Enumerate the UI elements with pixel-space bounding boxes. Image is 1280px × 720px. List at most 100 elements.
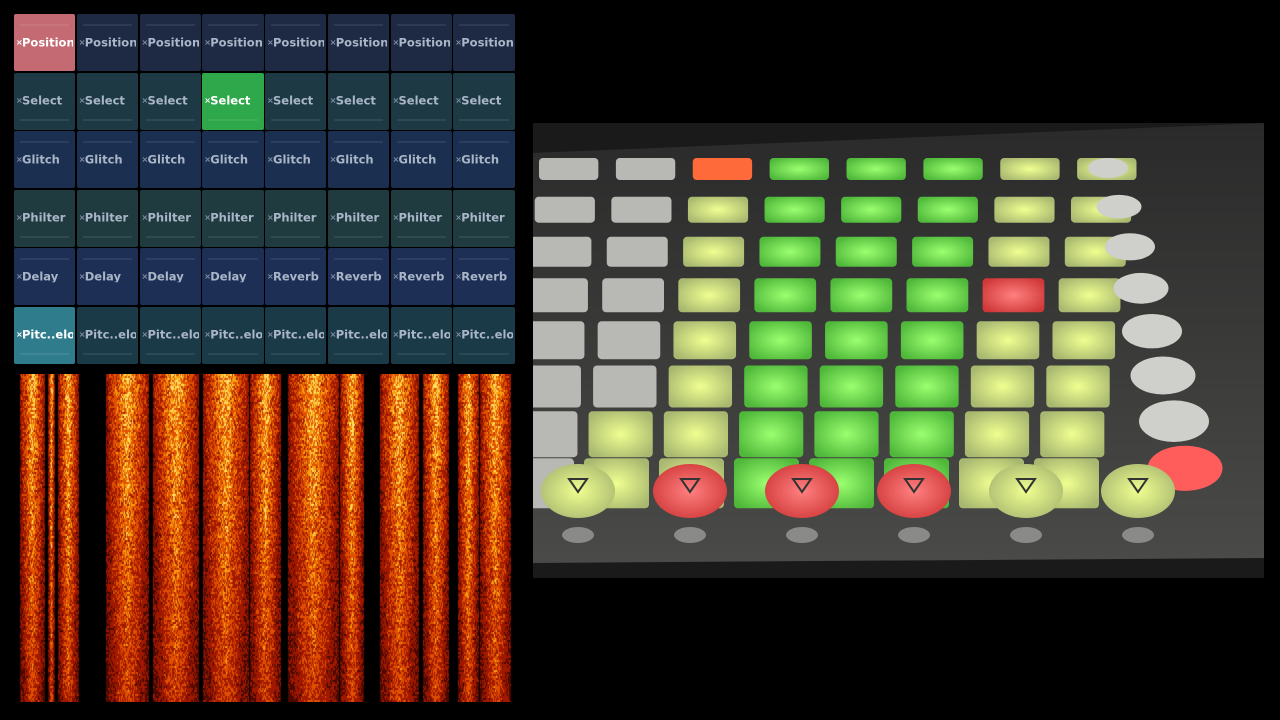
launchpad-pad: [917, 196, 978, 223]
clip-cell[interactable]: × Glitch: [265, 131, 327, 188]
clip-cell[interactable]: × Reverb: [453, 248, 515, 305]
launchpad-pad: [982, 278, 1045, 313]
bottom-small-button: [562, 527, 594, 543]
clip-cell[interactable]: × Select: [265, 72, 327, 130]
clip-label: Glitch: [84, 153, 123, 166]
clip-cell[interactable]: × Reverb: [390, 248, 452, 305]
clip-cell[interactable]: × Delay: [202, 248, 264, 305]
clip-cell[interactable]: × Select: [202, 72, 264, 130]
launchpad-pad: [1046, 365, 1110, 408]
launchpad-pad: [906, 278, 969, 313]
clip-cell[interactable]: ×Pitc..elope: [14, 306, 76, 364]
clip-cell[interactable]: × Glitch: [76, 131, 138, 188]
launchpad-pad: [615, 158, 676, 180]
clip-cell[interactable]: × Glitch: [327, 131, 389, 188]
clip-cell[interactable]: × Position: [76, 14, 138, 71]
clip-cell[interactable]: × Position: [453, 14, 515, 71]
launchpad-pad: [588, 411, 653, 458]
clip-cell[interactable]: × Position: [327, 14, 389, 71]
clip-cell[interactable]: × Philter: [76, 189, 138, 247]
clip-cell[interactable]: × Philter: [390, 189, 452, 247]
launchpad-pad: [754, 278, 817, 313]
clip-label: Reverb: [398, 270, 445, 283]
clip-cell[interactable]: × Philter: [139, 189, 201, 247]
clip-label: Select: [210, 95, 251, 107]
launchpad-pad: [539, 158, 599, 180]
bottom-small-button: [1010, 527, 1042, 543]
clip-cell[interactable]: × Philter: [265, 189, 327, 247]
launchpad-pad: [692, 158, 753, 180]
clip-cell[interactable]: × Glitch: [14, 131, 76, 188]
clip-cell[interactable]: × Position: [139, 14, 201, 71]
cell-divider: [145, 24, 195, 26]
clip-cell[interactable]: × Select: [327, 72, 389, 130]
cell-divider: [208, 353, 258, 355]
clip-cell[interactable]: ×Pitc..elope: [265, 306, 327, 364]
clip-cell[interactable]: × Glitch: [390, 131, 452, 188]
clip-cell[interactable]: × Delay: [14, 248, 76, 305]
clip-cell[interactable]: × Glitch: [453, 131, 515, 188]
clip-cell[interactable]: × Philter: [453, 189, 515, 247]
clip-cell[interactable]: ×Pitc..elope: [327, 306, 389, 364]
clip-cell[interactable]: × Select: [453, 72, 515, 130]
clip-cell[interactable]: × Position: [390, 14, 452, 71]
clip-cell[interactable]: × Glitch: [139, 131, 201, 188]
launchpad-pad: [994, 196, 1055, 223]
clip-cell[interactable]: × Position: [265, 14, 327, 71]
cell-divider: [208, 141, 258, 143]
clip-label: Pitc..elope: [147, 329, 199, 341]
clip-label: Philter: [147, 212, 191, 224]
cell-divider: [271, 353, 321, 355]
clip-cell[interactable]: × Philter: [327, 189, 389, 247]
clip-label: Glitch: [22, 153, 60, 166]
clip-label: Select: [84, 95, 125, 107]
clip-label: Select: [147, 95, 188, 107]
cell-divider: [333, 141, 383, 143]
clip-cell[interactable]: × Philter: [14, 189, 76, 247]
scene-button: [1096, 194, 1142, 219]
clip-cell[interactable]: × Select: [14, 72, 76, 130]
clip-cell[interactable]: ×Pitc..elope: [202, 306, 264, 364]
cell-divider: [20, 353, 70, 355]
bottom-small-button: [1122, 527, 1154, 543]
clip-label: Position: [147, 36, 199, 49]
clip-cell[interactable]: × Reverb: [265, 248, 327, 305]
clip-label: Pitc..elope: [22, 329, 74, 341]
launchpad-pad: [759, 236, 821, 267]
clip-label: Position: [335, 36, 387, 49]
launchpad-pad: [611, 196, 672, 223]
launchpad-pad: [819, 365, 884, 408]
launchpad-pad: [988, 236, 1050, 267]
launchpad-pad: [663, 411, 729, 458]
clip-label: Philter: [84, 212, 129, 224]
clip-cell[interactable]: × Position: [202, 14, 264, 71]
clip-cell[interactable]: × Glitch: [202, 131, 264, 188]
clip-label: Select: [22, 95, 63, 107]
clip-cell[interactable]: × Delay: [139, 248, 201, 305]
clip-cell[interactable]: ×Pitc..elope: [390, 306, 452, 364]
launchpad-pad: [678, 278, 741, 313]
clip-cell[interactable]: ×Pitc..elope: [139, 306, 201, 364]
cell-divider: [333, 353, 383, 355]
scene-button: [1088, 158, 1128, 178]
cell-divider: [271, 141, 321, 143]
launchpad-pad: [534, 196, 595, 223]
clip-cell[interactable]: ×Pitc..elope: [453, 306, 515, 364]
clip-cell[interactable]: × Select: [76, 72, 138, 130]
cell-divider: [145, 353, 195, 355]
clip-cell[interactable]: × Select: [390, 72, 452, 130]
bottom-small-button: [674, 527, 706, 543]
launchpad-pad: [606, 236, 668, 267]
cell-divider: [145, 119, 195, 121]
clip-label: Position: [273, 36, 325, 49]
clip-cell[interactable]: × Select: [139, 72, 201, 130]
launchpad-pad: [764, 196, 825, 223]
cell-divider: [82, 236, 132, 238]
clip-cell[interactable]: × Reverb: [327, 248, 389, 305]
clip-cell[interactable]: × Position: [14, 14, 76, 71]
launchpad-pad: [739, 411, 804, 458]
clip-cell[interactable]: × Delay: [76, 248, 138, 305]
clip-cell[interactable]: ×Pitc..elope: [76, 306, 138, 364]
launchpad-pad: [533, 321, 585, 360]
clip-cell[interactable]: × Philter: [202, 189, 264, 247]
